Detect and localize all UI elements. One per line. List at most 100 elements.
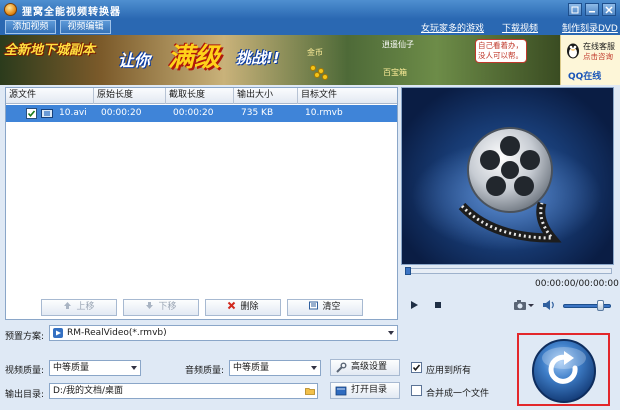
chevron-down-icon bbox=[311, 366, 317, 370]
tab-edit-video[interactable]: 视频编辑 bbox=[60, 20, 111, 34]
qq-click-consult: 点击咨询 bbox=[583, 52, 613, 61]
banner-gold-label: 金币 bbox=[307, 48, 323, 57]
banner-ad[interactable]: 全新地下城副本 让你 满级 挑战!! 金币 逍遥仙子 百宝箱 自己看着办，没人可… bbox=[0, 35, 560, 85]
link-games[interactable]: 女玩家多的游戏 bbox=[421, 21, 484, 34]
check-icon bbox=[27, 110, 36, 118]
check-icon bbox=[412, 364, 421, 372]
preset-select[interactable]: RM-RealVideo(*.rmvb) bbox=[49, 325, 398, 341]
delete-label: 删除 bbox=[240, 302, 259, 312]
output-dir-label: 输出目录: bbox=[5, 390, 45, 400]
banner-text-let-you: 让你 bbox=[118, 51, 151, 70]
folder-browse-icon[interactable] bbox=[305, 386, 315, 396]
volume-icon[interactable] bbox=[542, 298, 556, 312]
merge-files-label[interactable]: 合并成一个文件 bbox=[426, 386, 489, 399]
video-file-icon bbox=[41, 109, 53, 118]
audio-quality-value: 中等质量 bbox=[233, 363, 270, 373]
video-quality-value: 中等质量 bbox=[53, 363, 90, 373]
cell-clip-length: 00:00:20 bbox=[173, 108, 214, 118]
column-output-size[interactable]: 输出大小 bbox=[234, 88, 298, 104]
output-dir-input[interactable]: D:/我的文档/桌面 bbox=[49, 383, 318, 399]
close-button[interactable] bbox=[602, 3, 616, 16]
minimize-icon bbox=[589, 10, 595, 12]
table-row[interactable]: 10.avi 00:00:20 00:00:20 735 KB 10.rmvb bbox=[6, 105, 397, 122]
apply-all-label[interactable]: 应用到所有 bbox=[426, 363, 471, 376]
arrow-up-icon bbox=[64, 302, 72, 309]
player-controls bbox=[401, 294, 614, 318]
clear-button[interactable]: 清空 bbox=[287, 299, 363, 316]
link-make-dvd[interactable]: 制作刻录DVD bbox=[562, 21, 618, 34]
apply-all-checkbox[interactable] bbox=[411, 362, 422, 373]
chevron-down-icon[interactable] bbox=[527, 298, 535, 312]
move-down-button[interactable]: 下移 bbox=[123, 299, 199, 316]
move-down-label: 下移 bbox=[158, 302, 177, 312]
tab-add-video[interactable]: 添加视频 bbox=[5, 20, 56, 34]
cell-output-size: 735 KB bbox=[241, 108, 274, 118]
advanced-settings-button[interactable]: 高级设置 bbox=[330, 359, 400, 376]
clear-label: 清空 bbox=[322, 302, 341, 312]
convert-button[interactable] bbox=[529, 338, 599, 404]
arrow-down-icon bbox=[146, 302, 154, 309]
volume-thumb[interactable] bbox=[597, 300, 605, 311]
coin-icon bbox=[322, 74, 328, 80]
seek-thumb[interactable] bbox=[405, 267, 411, 275]
qq-online-panel[interactable]: 在线客服 点击咨询 QQ在线 bbox=[560, 35, 620, 85]
snapshot-camera-icon[interactable] bbox=[513, 298, 527, 312]
settings-window-button[interactable] bbox=[568, 3, 582, 16]
folder-icon bbox=[335, 386, 347, 396]
menu-icon bbox=[571, 6, 579, 13]
banner-text-challenge: 挑战!! bbox=[236, 49, 280, 67]
stop-icon[interactable] bbox=[431, 298, 445, 312]
top-nav-bar: 添加视频 视频编辑 女玩家多的游戏 下载视频 制作刻录DVD bbox=[0, 19, 620, 35]
output-dir-value: D:/我的文档/桌面 bbox=[53, 386, 124, 396]
minimize-button[interactable] bbox=[585, 3, 599, 16]
open-dir-label: 打开目录 bbox=[351, 385, 388, 395]
cell-original-length: 00:00:20 bbox=[101, 108, 142, 118]
file-table-header: 源文件 原始长度 截取长度 输出大小 目标文件 bbox=[6, 88, 397, 104]
cell-source: 10.avi bbox=[59, 108, 87, 118]
column-clip-length[interactable]: 截取长度 bbox=[166, 88, 234, 104]
window-title: 狸窝全能视频转换器 bbox=[22, 7, 121, 18]
playback-time: 00:00:00/00:00:00 bbox=[535, 279, 619, 289]
audio-quality-select[interactable]: 中等质量 bbox=[229, 360, 321, 376]
film-reel-icon bbox=[412, 127, 602, 251]
title-bar: 狸窝全能视频转换器 bbox=[0, 0, 620, 19]
qq-online-label[interactable]: QQ在线 bbox=[568, 69, 601, 82]
link-download-video[interactable]: 下载视频 bbox=[502, 21, 538, 34]
seek-bar[interactable] bbox=[405, 267, 612, 275]
column-source-file[interactable]: 源文件 bbox=[6, 88, 94, 104]
banner-fairy-label: 逍遥仙子 bbox=[382, 40, 414, 49]
file-list-panel: 源文件 原始长度 截取长度 输出大小 目标文件 10.avi 00:00:20 … bbox=[5, 87, 398, 320]
wrench-icon bbox=[336, 362, 347, 373]
qq-penguin-icon bbox=[567, 43, 579, 59]
row-checkbox[interactable] bbox=[26, 108, 37, 119]
close-icon bbox=[605, 5, 613, 14]
merge-files-checkbox[interactable] bbox=[411, 385, 422, 396]
move-up-label: 上移 bbox=[76, 302, 95, 312]
realvideo-format-icon bbox=[53, 328, 63, 338]
delete-icon bbox=[228, 301, 236, 310]
chevron-down-icon bbox=[388, 331, 394, 335]
audio-quality-label: 音频质量: bbox=[185, 366, 225, 376]
open-dir-button[interactable]: 打开目录 bbox=[330, 382, 400, 399]
preset-label: 预置方案: bbox=[5, 332, 45, 342]
file-action-bar: 上移 下移 删除 清空 bbox=[5, 296, 398, 320]
banner-headline: 全新地下城副本 bbox=[4, 43, 96, 58]
preset-value: RM-RealVideo(*.rmvb) bbox=[67, 328, 167, 338]
play-icon[interactable] bbox=[407, 298, 421, 312]
column-original-length[interactable]: 原始长度 bbox=[94, 88, 166, 104]
banner-speech-bubble: 自己看着办，没人可以帮。 bbox=[475, 39, 527, 63]
coin-icon bbox=[310, 65, 316, 71]
app-logo-icon bbox=[4, 3, 17, 16]
column-target-file[interactable]: 目标文件 bbox=[298, 88, 399, 104]
coin-icon bbox=[314, 72, 320, 78]
banner-text-max-level: 满级 bbox=[168, 43, 221, 73]
cell-target: 10.rmvb bbox=[305, 108, 343, 118]
advanced-settings-label: 高级设置 bbox=[351, 362, 388, 372]
move-up-button[interactable]: 上移 bbox=[41, 299, 117, 316]
video-quality-label: 视频质量: bbox=[5, 366, 45, 376]
delete-button[interactable]: 删除 bbox=[205, 299, 281, 316]
chevron-down-icon bbox=[131, 366, 137, 370]
video-preview bbox=[401, 87, 614, 265]
clear-list-icon bbox=[309, 301, 319, 310]
video-quality-select[interactable]: 中等质量 bbox=[49, 360, 141, 376]
